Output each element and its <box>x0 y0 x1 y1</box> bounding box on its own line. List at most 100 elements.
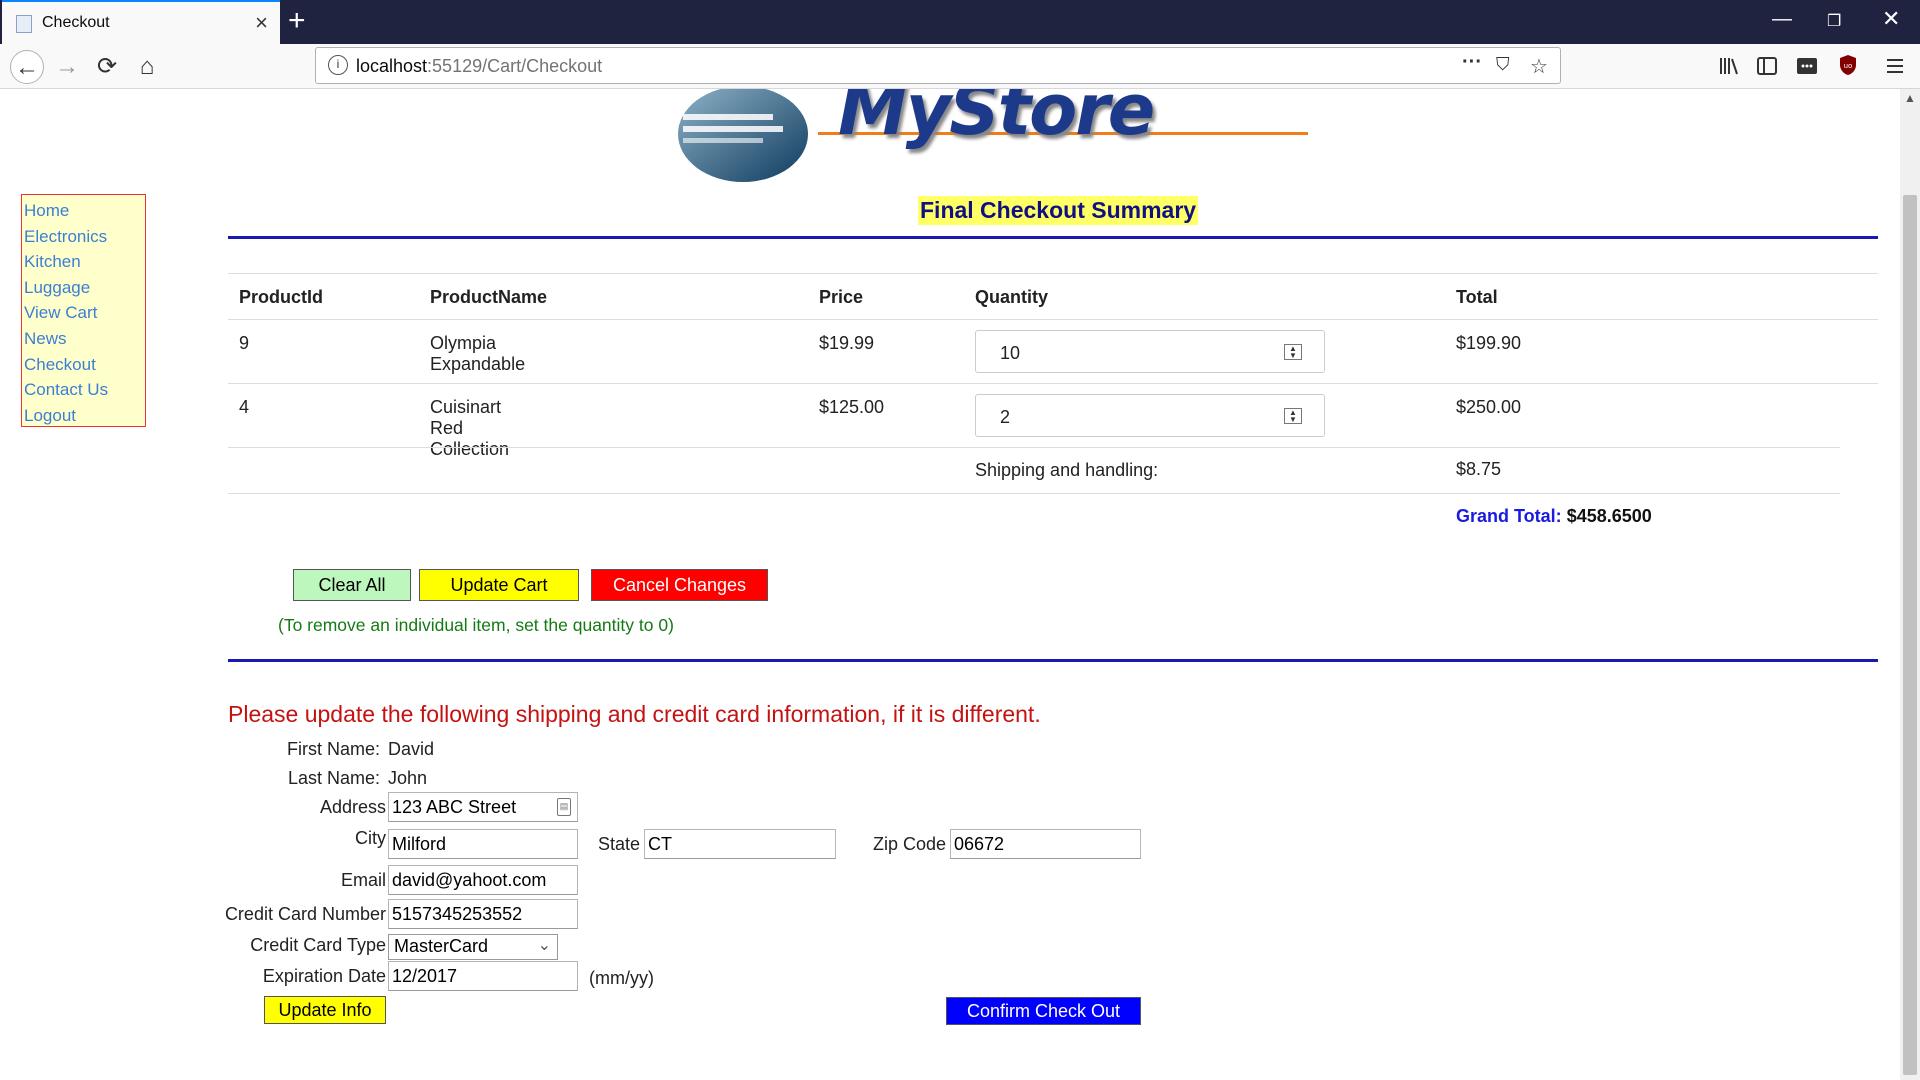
state-field[interactable]: CT <box>644 829 836 859</box>
close-tab-icon[interactable]: × <box>255 10 268 36</box>
forward-arrow-icon[interactable]: → <box>50 50 84 84</box>
shipping-value: $8.75 <box>1456 459 1502 479</box>
menu-hamburger-icon[interactable] <box>1885 57 1905 75</box>
sidebar-item-luggage[interactable]: Luggage <box>24 275 145 301</box>
email-field[interactable]: david@yahoot.com <box>388 865 578 895</box>
window-close-icon[interactable]: ✕ <box>1882 6 1900 32</box>
column-header-productid: ProductId <box>239 287 323 307</box>
quantity-value: 2 <box>1000 407 1011 427</box>
site-info-icon[interactable]: i <box>328 55 348 75</box>
email-label: Email <box>340 870 386 890</box>
row-productname: Olympia Expandable <box>430 333 526 374</box>
state-value: CT <box>648 834 672 854</box>
cc-type-select[interactable]: MasterCard ⌄ <box>388 934 558 960</box>
logo-text: MyStore <box>838 89 1155 151</box>
bookmark-star-icon[interactable]: ☆ <box>1530 54 1548 79</box>
row-divider <box>228 447 1840 448</box>
exp-date-hint: (mm/yy) <box>589 968 654 988</box>
page-icon <box>16 15 32 33</box>
first-name-value: David <box>388 739 435 759</box>
svg-text:uo: uo <box>1844 62 1853 70</box>
first-name-label: First Name: <box>286 739 380 759</box>
cancel-changes-button[interactable]: Cancel Changes <box>591 569 768 601</box>
spinner-icon[interactable]: ▲ ▼ <box>1284 344 1302 360</box>
sidebar-item-logout[interactable]: Logout <box>24 403 145 429</box>
sidebar-toggle-icon[interactable] <box>1757 57 1777 75</box>
address-value: 123 ABC Street <box>392 797 517 817</box>
last-name-label: Last Name: <box>287 768 380 788</box>
remove-item-note: (To remove an individual item, set the q… <box>278 615 674 635</box>
row-price: $125.00 <box>819 397 885 417</box>
home-icon[interactable]: ⌂ <box>130 50 164 84</box>
update-info-button[interactable]: Update Info <box>264 996 386 1024</box>
zip-value: 06672 <box>954 834 1005 854</box>
quantity-input[interactable]: 2 ▲ ▼ <box>975 394 1325 437</box>
cc-number-label: Credit Card Number <box>224 904 386 924</box>
url-text: localhost:55129/Cart/Checkout <box>356 56 603 76</box>
city-value: Milford <box>392 834 447 854</box>
autofill-icon[interactable]: ▤ <box>557 798 571 816</box>
email-value: david@yahoot.com <box>392 870 547 890</box>
back-arrow-icon[interactable]: ← <box>10 50 44 84</box>
row-productname: Cuisinart Red Collection <box>430 397 510 459</box>
scroll-up-icon[interactable]: ▲ <box>1904 91 1916 105</box>
column-header-price: Price <box>819 287 864 307</box>
grand-total-value: $458.6500 <box>1566 506 1652 526</box>
clear-all-button[interactable]: Clear All <box>293 569 411 601</box>
address-bar[interactable]: i localhost:55129/Cart/Checkout ··· ⛉ ☆ <box>315 47 1561 84</box>
confirm-checkout-button[interactable]: Confirm Check Out <box>946 997 1141 1025</box>
new-tab-icon[interactable]: + <box>288 4 306 38</box>
column-header-productname: ProductName <box>430 287 548 307</box>
row-productid: 9 <box>239 333 250 353</box>
sidebar-item-kitchen[interactable]: Kitchen <box>24 249 145 275</box>
zip-field[interactable]: 06672 <box>950 829 1141 859</box>
ublock-icon[interactable]: uo <box>1838 54 1858 76</box>
last-name-value: John <box>388 768 428 788</box>
exp-date-value: 12/2017 <box>392 966 458 986</box>
address-label: Address <box>319 797 386 817</box>
grand-total: Grand Total: $458.6500 <box>1456 506 1652 527</box>
page-actions-icon[interactable]: ··· <box>1462 51 1482 74</box>
row-total: $250.00 <box>1456 397 1522 417</box>
zip-label: Zip Code <box>872 834 946 854</box>
update-cart-button[interactable]: Update Cart <box>419 569 579 601</box>
row-divider <box>228 383 1878 384</box>
reload-icon[interactable]: ⟳ <box>90 50 124 84</box>
minimize-icon[interactable]: — <box>1772 8 1792 31</box>
pocket-icon[interactable]: ⛉ <box>1496 54 1510 75</box>
sidebar-nav: Home Electronics Kitchen Luggage View Ca… <box>21 194 146 427</box>
divider <box>228 236 1878 239</box>
cc-type-value: MasterCard <box>394 936 489 956</box>
store-logo: MyStore <box>678 89 1308 189</box>
shipping-label: Shipping and handling: <box>975 460 1159 480</box>
library-icon[interactable] <box>1719 57 1739 75</box>
chevron-down-icon: ⌄ <box>537 937 551 954</box>
sidebar-item-contact-us[interactable]: Contact Us <box>24 377 145 403</box>
navigation-toolbar: ← → ⟳ ⌂ i localhost:55129/Cart/Checkout … <box>0 44 1920 89</box>
row-divider <box>228 493 1840 494</box>
sidebar-item-news[interactable]: News <box>24 326 145 352</box>
address-field[interactable]: 123 ABC Street ▤ <box>388 792 578 822</box>
cc-number-field[interactable]: 5157345253552 <box>388 899 578 929</box>
cc-number-value: 5157345253552 <box>392 904 523 924</box>
row-price: $19.99 <box>819 333 875 353</box>
quantity-input[interactable]: 10 ▲ ▼ <box>975 330 1325 373</box>
table-top-border <box>228 273 1878 274</box>
exp-date-field[interactable]: 12/2017 <box>388 961 578 991</box>
tab-title: Checkout <box>42 14 110 31</box>
browser-tab[interactable]: Checkout × <box>2 0 280 44</box>
spinner-icon[interactable]: ▲ ▼ <box>1284 408 1302 424</box>
row-productid: 4 <box>239 397 250 417</box>
sidebar-item-home[interactable]: Home <box>24 198 145 224</box>
exp-date-label: Expiration Date <box>262 966 386 986</box>
page-title: Final Checkout Summary <box>918 196 1199 225</box>
quantity-value: 10 <box>1000 343 1021 363</box>
city-field[interactable]: Milford <box>388 829 578 859</box>
state-label: State <box>597 834 640 854</box>
sidebar-item-view-cart[interactable]: View Cart <box>24 300 145 326</box>
sidebar-item-checkout[interactable]: Checkout <box>24 352 145 378</box>
extension-icon[interactable] <box>1797 57 1817 75</box>
scrollbar-thumb[interactable] <box>1903 195 1917 1075</box>
restore-icon[interactable]: ❐ <box>1827 11 1841 31</box>
sidebar-item-electronics[interactable]: Electronics <box>24 224 145 250</box>
